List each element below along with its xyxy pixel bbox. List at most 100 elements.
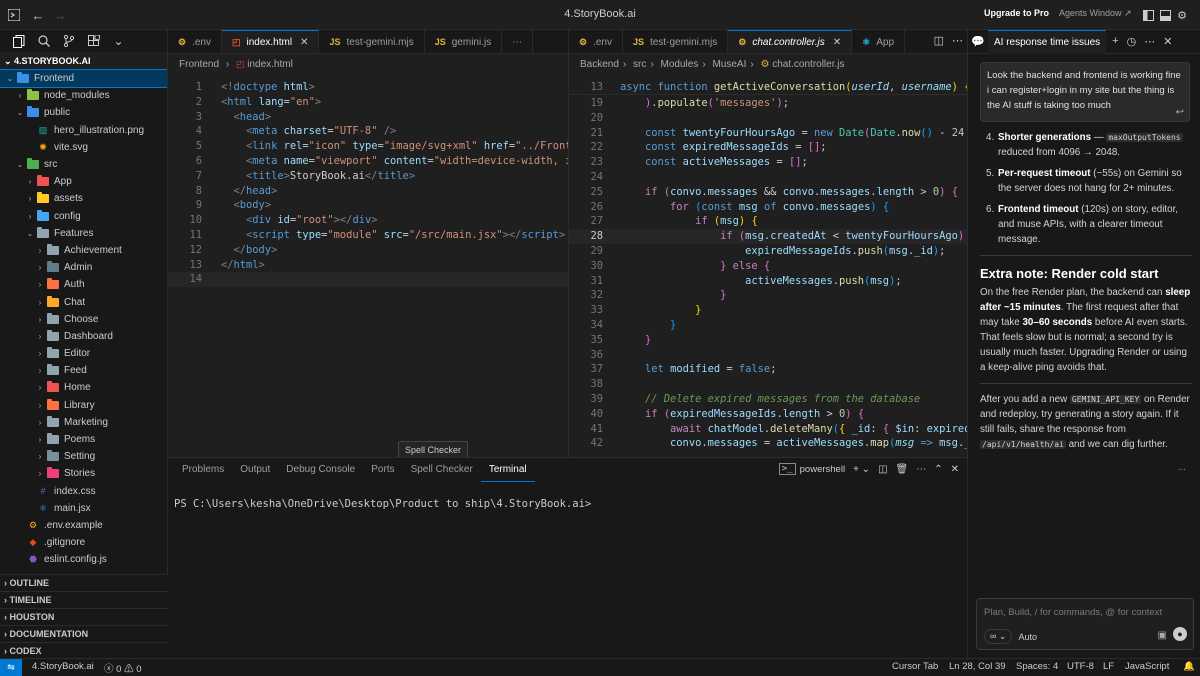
agent-mode-toggle[interactable]: ∞ ⌄: [984, 629, 1013, 644]
extensions-icon[interactable]: [81, 30, 106, 52]
breadcrumb-segment[interactable]: Backend: [580, 59, 619, 70]
close-icon[interactable]: ✕: [951, 464, 959, 475]
close-icon[interactable]: ✕: [300, 37, 308, 48]
search-icon[interactable]: [31, 30, 56, 52]
file-item[interactable]: # index.css: [0, 483, 167, 500]
terminal-prompt[interactable]: PS C:\Users\kesha\OneDrive\Desktop\Produ…: [174, 498, 591, 510]
folder-item[interactable]: › Library: [0, 397, 167, 414]
breadcrumb-folder[interactable]: Frontend: [179, 59, 219, 70]
upgrade-button[interactable]: Upgrade to Pro: [984, 8, 1049, 18]
breadcrumb-segment[interactable]: Modules: [661, 59, 699, 70]
chat-tab[interactable]: AI response time issues: [988, 29, 1107, 54]
panel-tab[interactable]: Spell Checker: [403, 458, 481, 482]
panel-tab[interactable]: Output: [232, 458, 278, 482]
houston-section[interactable]: › HOUSTON: [0, 608, 168, 625]
sticky-scroll[interactable]: 13 async function getActiveConversation(u…: [569, 80, 967, 95]
file-item[interactable]: ⚙ .env.example: [0, 517, 167, 534]
outline-section[interactable]: › OUTLINE: [0, 574, 168, 591]
folder-item[interactable]: › Dashboard: [0, 328, 167, 345]
settings-gear-icon[interactable]: ⚙: [1175, 8, 1189, 22]
folder-item[interactable]: › Chat: [0, 293, 167, 310]
status-position[interactable]: Ln 28, Col 39: [949, 661, 1006, 672]
file-item[interactable]: ⬣ eslint.config.js: [0, 551, 167, 568]
files-icon[interactable]: [6, 30, 31, 52]
history-icon[interactable]: ◷: [1127, 35, 1137, 48]
close-icon[interactable]: ✕: [833, 37, 841, 48]
layout-toggle-icon[interactable]: [1141, 8, 1155, 22]
panel-tab[interactable]: Terminal: [480, 458, 535, 482]
breadcrumb-segment[interactable]: src: [633, 59, 646, 70]
terminal-shell-label[interactable]: powershell: [800, 464, 845, 475]
folder-item[interactable]: › Choose: [0, 311, 167, 328]
panel-toggle-icon[interactable]: [1158, 8, 1172, 22]
editor-tab[interactable]: JS gemini.js: [424, 30, 503, 53]
split-editor-icon[interactable]: ◫: [934, 34, 944, 47]
folder-item[interactable]: › Stories: [0, 465, 167, 482]
status-eol[interactable]: LF: [1103, 661, 1114, 672]
file-item[interactable]: ◆ .gitignore: [0, 534, 167, 551]
folder-item[interactable]: › Auth: [0, 276, 167, 293]
status-encoding[interactable]: UTF-8: [1067, 661, 1094, 672]
workspace-root[interactable]: ⌄ 4.STORYBOOK.AI: [0, 52, 167, 70]
documentation-section[interactable]: › DOCUMENTATION: [0, 625, 168, 642]
new-terminal-icon[interactable]: + ⌄: [853, 464, 870, 475]
editor-tab[interactable]: ⚙ chat.controller.js ✕: [728, 30, 853, 53]
more-icon[interactable]: ⋯: [916, 464, 926, 475]
status-indent[interactable]: Spaces: 4: [1016, 661, 1058, 672]
editor-tab[interactable]: ⚙ .env: [168, 30, 222, 53]
status-cursor-tab[interactable]: Cursor Tab: [892, 661, 938, 672]
breadcrumb-file[interactable]: index.html: [247, 59, 293, 70]
file-item[interactable]: ✺ vite.svg: [0, 139, 167, 156]
chevron-down-icon[interactable]: ⌄: [106, 30, 131, 52]
panel-tab[interactable]: Problems: [174, 458, 232, 482]
folder-item[interactable]: › assets: [0, 190, 167, 207]
status-problems[interactable]: ⓧ 0 ⚠ 0: [104, 661, 142, 675]
folder-item[interactable]: › Poems: [0, 431, 167, 448]
revert-icon[interactable]: ↩: [1176, 105, 1184, 120]
image-attach-icon[interactable]: ▣: [1158, 630, 1167, 641]
folder-item[interactable]: ⌄ Features: [0, 225, 167, 242]
remote-icon[interactable]: ⇋: [0, 659, 22, 676]
codex-section[interactable]: › CODEX: [0, 642, 168, 659]
folder-item[interactable]: ⌄ src: [0, 156, 167, 173]
panel-tab[interactable]: Ports: [363, 458, 402, 482]
folder-item[interactable]: › Admin: [0, 259, 167, 276]
chat-input-placeholder[interactable]: Plan, Build, / for commands, @ for conte…: [984, 607, 1162, 618]
more-tabs-icon[interactable]: ⋯: [502, 30, 534, 53]
source-control-icon[interactable]: [56, 30, 81, 52]
close-icon[interactable]: ✕: [1163, 35, 1172, 48]
agents-window-link[interactable]: Agents Window ↗: [1059, 8, 1132, 19]
maximize-panel-icon[interactable]: ⌃: [934, 464, 942, 475]
chat-input-box[interactable]: Plan, Build, / for commands, @ for conte…: [976, 598, 1194, 650]
folder-item[interactable]: › App: [0, 173, 167, 190]
editor-tab[interactable]: ⚙ .env: [569, 30, 623, 53]
editor-tab[interactable]: JS test-gemini.mjs: [622, 30, 729, 53]
model-selector[interactable]: Auto: [1018, 632, 1037, 642]
split-terminal-icon[interactable]: ◫: [878, 464, 887, 475]
more-actions-icon[interactable]: ⋯: [952, 34, 963, 47]
folder-item[interactable]: ⌄ public: [0, 104, 167, 121]
timeline-section[interactable]: › TIMELINE: [0, 591, 168, 608]
notifications-bell-icon[interactable]: 🔔: [1183, 661, 1195, 672]
more-icon[interactable]: ⋯: [1144, 35, 1155, 48]
folder-item[interactable]: › Setting: [0, 448, 167, 465]
folder-item[interactable]: › Home: [0, 379, 167, 396]
user-message[interactable]: Look the backend and frontend is working…: [980, 62, 1190, 122]
folder-item[interactable]: › config: [0, 208, 167, 225]
file-item[interactable]: ▨ hero_illustration.png: [0, 122, 167, 139]
folder-item[interactable]: ⌄ Frontend: [0, 68, 167, 89]
code-editor-left[interactable]: 1 <!doctype html> 2 <html lang="en"> 3 <head…: [168, 80, 568, 288]
folder-item[interactable]: › Editor: [0, 345, 167, 362]
editor-tab[interactable]: ⚛ App: [852, 30, 906, 53]
new-chat-icon[interactable]: +: [1112, 35, 1118, 48]
status-project[interactable]: 4.StoryBook.ai: [32, 661, 94, 672]
trash-icon[interactable]: 🗑: [896, 464, 909, 475]
more-indicator[interactable]: ...: [980, 460, 1192, 475]
panel-tab[interactable]: Debug Console: [278, 458, 363, 482]
folder-item[interactable]: › node_modules: [0, 87, 167, 104]
microphone-icon[interactable]: ●: [1173, 627, 1187, 641]
status-language[interactable]: JavaScript: [1125, 661, 1169, 672]
code-editor-right[interactable]: 19 ).populate('messages'); 20 21 const twe…: [569, 96, 967, 451]
breadcrumb-file[interactable]: chat.controller.js: [772, 59, 844, 70]
folder-item[interactable]: › Achievement: [0, 242, 167, 259]
